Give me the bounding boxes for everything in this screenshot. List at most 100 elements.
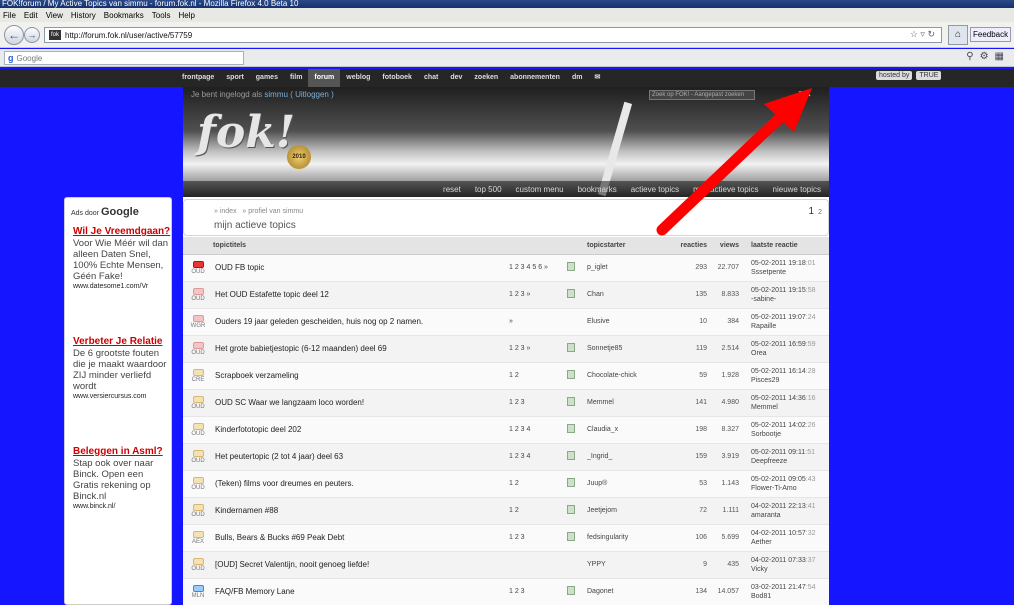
topic-pages[interactable]: 1 2 3 » (509, 281, 567, 309)
topic-starter[interactable]: Dagonet (587, 578, 663, 605)
last-reply-user[interactable]: Sorbootje (751, 430, 829, 439)
page-2[interactable]: 2 (818, 209, 822, 216)
last-reply-user[interactable]: Rapaille (751, 322, 829, 331)
topic-starter[interactable]: Claudia_x (587, 416, 663, 444)
topic-pages[interactable]: 1 2 3 » (509, 335, 567, 363)
site-search-input[interactable]: Zoek op FOK! - Aangepast zoeken (649, 90, 755, 100)
replies-header[interactable]: reacties (663, 237, 713, 255)
site-nav-sport[interactable]: sport (220, 69, 250, 87)
topic-starter[interactable]: Elusive (587, 308, 663, 336)
topic-pages[interactable]: 1 2 3 4 (509, 443, 567, 471)
page-icon[interactable] (567, 370, 575, 379)
last-reply-user[interactable]: Vicky (751, 565, 829, 574)
topic-starter[interactable]: Jeetjejom (587, 497, 663, 525)
topic-pages[interactable]: 1 2 (509, 470, 567, 498)
google-search-box[interactable]: g Google (4, 51, 244, 65)
title-header[interactable]: topictitels (213, 237, 509, 255)
menu-item-bookmarks[interactable]: Bookmarks (104, 11, 144, 20)
home-icon[interactable]: ⌂ (948, 25, 968, 45)
forward-button[interactable]: → (24, 27, 40, 43)
page-icon[interactable] (567, 424, 575, 433)
topic-pages[interactable]: 1 2 3 (509, 524, 567, 552)
header-link-nieuwe-topics[interactable]: nieuwe topics (773, 185, 821, 194)
reload-icon[interactable]: ☆ ▿ ↻ (910, 29, 935, 40)
topic-title-link[interactable]: [OUD] Secret Valentijn, nooit genoeg lie… (215, 560, 369, 569)
menu-item-file[interactable]: File (3, 11, 16, 20)
topic-title-link[interactable]: OUD FB topic (215, 263, 264, 272)
topic-pages[interactable]: 1 2 3 (509, 578, 567, 605)
topic-starter[interactable]: p_iglet (587, 254, 663, 282)
site-nav-fotoboek[interactable]: fotoboek (376, 69, 418, 87)
last-reply-user[interactable]: amaranta (751, 511, 829, 520)
menu-item-view[interactable]: View (46, 11, 63, 20)
settings-icon[interactable]: ⚙ (980, 51, 989, 62)
last-reply-user[interactable]: Orea (751, 349, 829, 358)
breadcrumb-index[interactable]: » index (214, 208, 237, 215)
topic-starter[interactable]: Juup® (587, 470, 663, 498)
site-nav-weblog[interactable]: weblog (340, 69, 376, 87)
header-link-bookmarks[interactable]: bookmarks (578, 185, 617, 194)
url-bar[interactable]: fok http://forum.fok.nl/user/active/5775… (44, 27, 942, 43)
username-link[interactable]: simmu (264, 90, 288, 99)
topic-pages[interactable]: 1 2 3 4 (509, 416, 567, 444)
topic-title-link[interactable]: Het OUD Estafette topic deel 12 (215, 290, 329, 299)
ad-title[interactable]: Verbeter Je Relatie (73, 336, 171, 348)
magnifier-icon[interactable]: ⚲ (966, 51, 973, 62)
views-header[interactable]: views (713, 237, 745, 255)
menu-item-tools[interactable]: Tools (152, 11, 171, 20)
topic-starter[interactable]: fedsingularity (587, 524, 663, 552)
page-icon[interactable] (567, 397, 575, 406)
page-icon[interactable] (567, 586, 575, 595)
header-link-reset[interactable]: reset (443, 185, 461, 194)
topic-title-link[interactable]: (Teken) films voor dreumes en peuters. (215, 479, 354, 488)
header-link-mijn-actieve-topics[interactable]: mijn actieve topics (693, 185, 758, 194)
site-nav-dm[interactable]: dm (566, 69, 589, 87)
site-nav-zoeken[interactable]: zoeken (468, 69, 504, 87)
page-icon[interactable] (567, 505, 575, 514)
topic-starter[interactable]: _Ingrid_ (587, 443, 663, 471)
ad-item[interactable]: Verbeter Je Relatie De 6 grootste fouten … (73, 336, 171, 402)
page-icon[interactable] (567, 262, 575, 271)
ad-title[interactable]: Wil Je Vreemdgaan? (73, 226, 171, 238)
topic-title-link[interactable]: OUD SC Waar we langzaam loco worden! (215, 398, 364, 407)
fok-logo[interactable]: fok! (197, 107, 295, 158)
site-nav-dev[interactable]: dev (444, 69, 468, 87)
topic-starter[interactable]: Chocolate-chick (587, 362, 663, 390)
ad-url[interactable]: www.datesome1.com/Vr (73, 282, 171, 292)
header-link-actieve-topics[interactable]: actieve topics (631, 185, 679, 194)
topic-starter[interactable]: YPPY (587, 551, 663, 579)
ad-item[interactable]: Beleggen in Asml? Stap ook over naar Binc… (73, 446, 171, 512)
topic-title-link[interactable]: Het grote babietjestopic (6-12 maanden) … (215, 344, 387, 353)
header-link-custom-menu[interactable]: custom menu (516, 185, 564, 194)
ad-title[interactable]: Beleggen in Asml? (73, 446, 171, 458)
last-header[interactable]: laatste reactie (745, 237, 829, 255)
menu-item-history[interactable]: History (71, 11, 96, 20)
topic-pages[interactable]: 1 2 3 4 5 6 » (509, 254, 567, 282)
logout-link[interactable]: ( Uitloggen ) (290, 90, 334, 99)
topic-pages[interactable]: 1 2 3 (509, 389, 567, 417)
ad-url[interactable]: www.binck.nl/ (73, 502, 171, 512)
site-nav-forum[interactable]: forum (308, 69, 341, 87)
last-reply-user[interactable]: Aether (751, 538, 829, 547)
topic-pages[interactable]: 1 2 (509, 362, 567, 390)
grid-icon[interactable]: ▦ (995, 51, 1004, 62)
site-nav-abonnementen[interactable]: abonnementen (504, 69, 566, 87)
topic-starter[interactable]: Sonnetje85 (587, 335, 663, 363)
site-nav-frontpage[interactable]: frontpage (176, 69, 220, 87)
topic-title-link[interactable]: Scrapboek verzameling (215, 371, 299, 380)
page-icon[interactable] (567, 532, 575, 541)
page-icon[interactable] (567, 343, 575, 352)
menu-item-help[interactable]: Help (178, 11, 194, 20)
topic-title-link[interactable]: Ouders 19 jaar geleden gescheiden, huis … (215, 317, 423, 326)
topic-pages[interactable]: » (509, 308, 567, 336)
last-reply-user[interactable]: Bod81 (751, 592, 829, 601)
ad-item[interactable]: Wil Je Vreemdgaan? Voor Wie Méér wil dan … (73, 226, 171, 292)
last-reply-user[interactable]: Deepfreeze (751, 457, 829, 466)
page-icon[interactable] (567, 289, 575, 298)
topic-title-link[interactable]: Kindernamen #88 (215, 506, 278, 515)
page-1[interactable]: 1 (809, 206, 815, 217)
topic-title-link[interactable]: Kinderfototopic deel 202 (215, 425, 301, 434)
breadcrumb-profile[interactable]: » profiel van simmu (242, 208, 303, 215)
site-nav-film[interactable]: film (284, 69, 308, 87)
last-reply-user[interactable]: Sssetpente (751, 268, 829, 277)
